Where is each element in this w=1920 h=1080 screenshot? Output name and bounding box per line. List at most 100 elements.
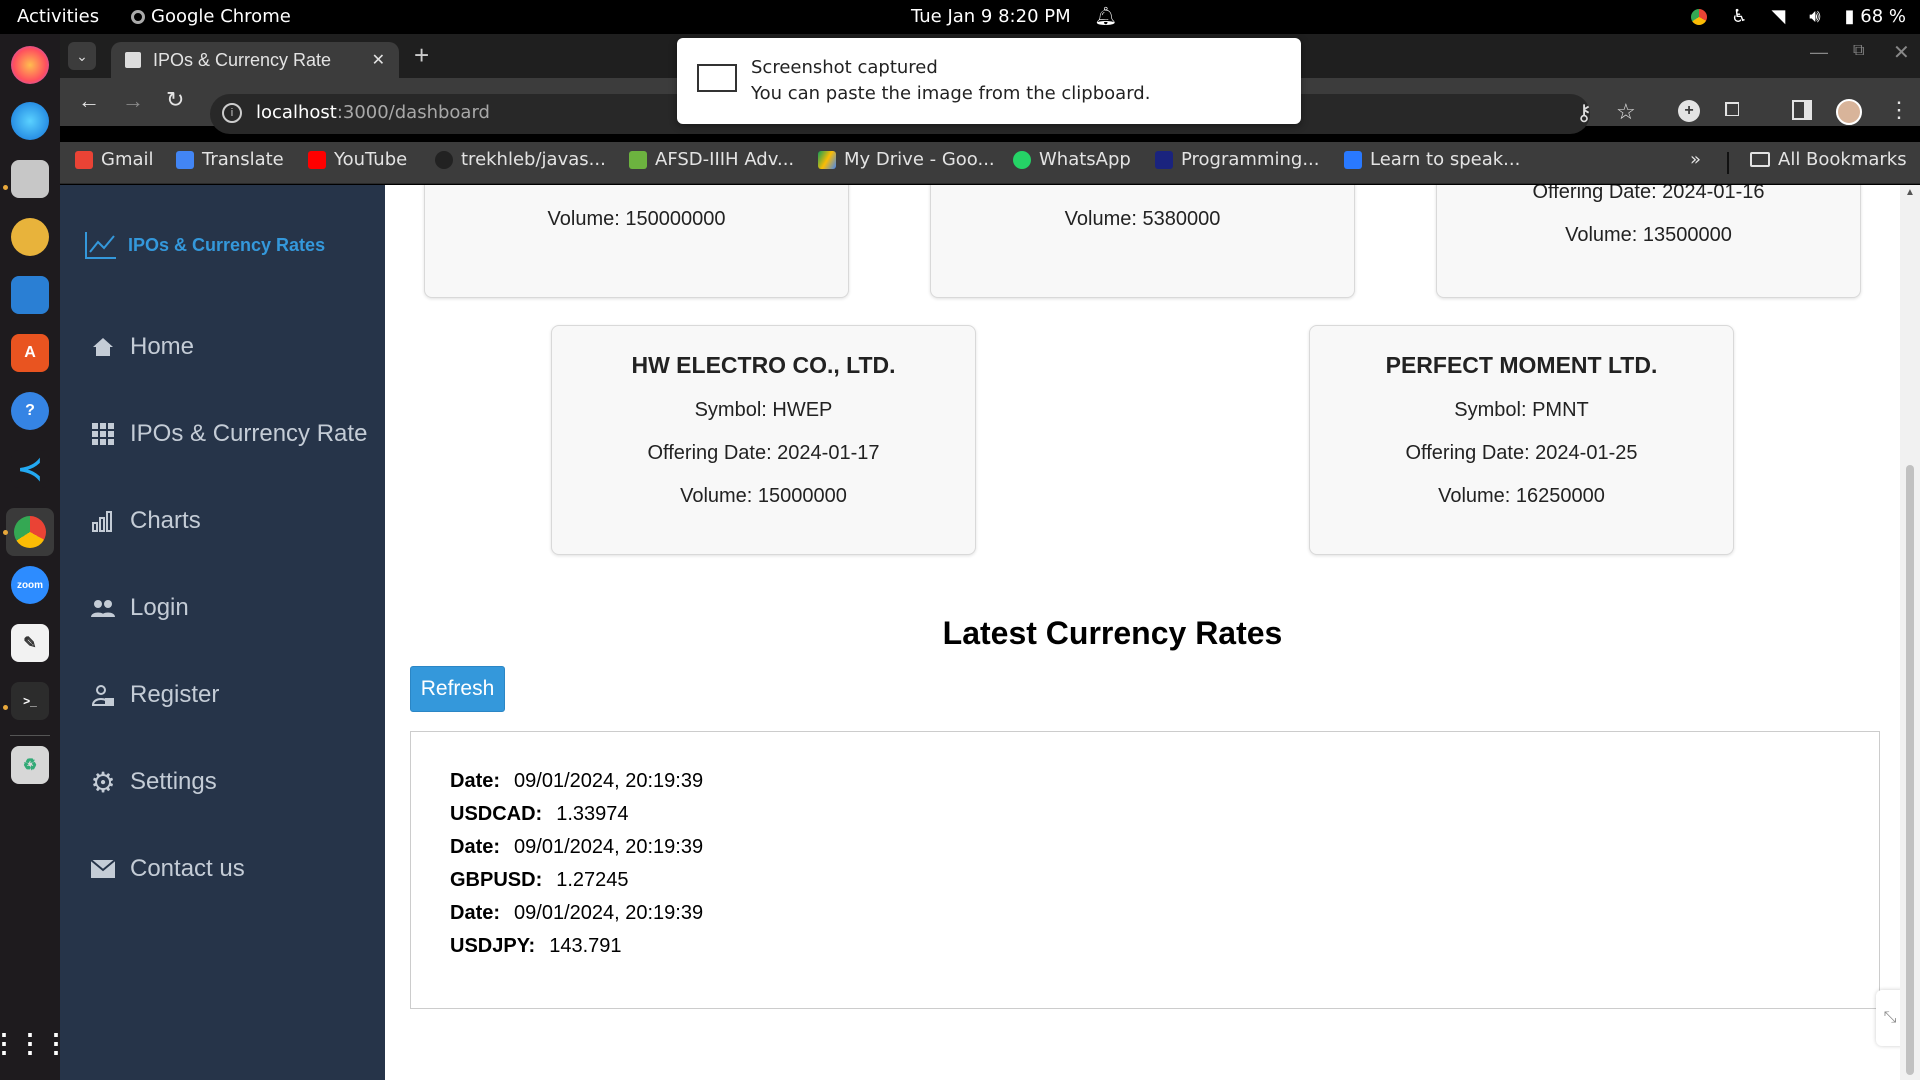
rate-row: GBPUSD: 1.27245 xyxy=(450,869,629,892)
sidebar-item-login[interactable]: Login xyxy=(90,594,189,622)
ipo-volume: Volume: 150000000 xyxy=(547,208,726,230)
forward-icon[interactable]: → xyxy=(122,88,144,114)
bookmarks-overflow-icon[interactable]: » xyxy=(1690,149,1701,170)
battery-icon: ▮ xyxy=(1844,6,1855,27)
brand-link[interactable]: IPOs & Currency Rates xyxy=(84,230,325,260)
running-indicator xyxy=(3,705,8,710)
maximize-icon[interactable]: ⧉ xyxy=(1853,42,1864,60)
vscode-icon[interactable]: ≺ xyxy=(11,450,49,488)
clock-label: Tue Jan 9 8:20 PM xyxy=(911,6,1071,27)
ipo-volume: Volume: 15000000 xyxy=(680,485,847,507)
bookmark-gmail[interactable]: Gmail xyxy=(75,149,154,170)
all-bookmarks[interactable]: All Bookmarks xyxy=(1750,149,1907,170)
text-editor-icon[interactable]: ✎ xyxy=(11,624,49,662)
bookmark-label: Learn to speak... xyxy=(1370,149,1521,170)
system-top-bar: Activities Google Chrome Tue Jan 9 8:20 … xyxy=(0,0,1920,34)
ipo-card: HW ELECTRO CO., LTD. Symbol: HWEP Offeri… xyxy=(551,325,976,555)
chrome-icon xyxy=(131,9,145,24)
sidebar-item-register[interactable]: Register xyxy=(90,681,219,709)
volume-icon: 🔊︎ xyxy=(1809,6,1821,27)
tab-active[interactable]: IPOs & Currency Rate ✕ xyxy=(111,42,399,78)
scroll-up-arrow-icon[interactable]: ▲ xyxy=(1905,187,1915,198)
zoom-icon[interactable]: zoom xyxy=(11,566,49,604)
sidebar-item-ipos[interactable]: IPOs & Currency Rate xyxy=(90,420,367,448)
back-icon[interactable]: ← xyxy=(78,88,100,114)
app-center-icon[interactable]: A xyxy=(11,334,49,372)
minimize-icon[interactable]: — xyxy=(1810,42,1828,63)
bookmark-drive[interactable]: My Drive - Goo... xyxy=(818,149,995,170)
main-content: Volume: 150000000 Volume: 5380000 Offeri… xyxy=(385,185,1920,1080)
currency-rates-title: Latest Currency Rates xyxy=(942,615,1283,651)
whatsapp-icon xyxy=(1013,150,1031,169)
ipo-volume: Volume: 16250000 xyxy=(1438,485,1605,507)
dock-separator xyxy=(10,735,50,736)
close-window-icon[interactable]: ✕ xyxy=(1893,40,1910,65)
bookmark-translate[interactable]: Translate xyxy=(176,149,284,170)
page-scrollbar[interactable]: ▲ xyxy=(1900,185,1920,1080)
files-icon[interactable] xyxy=(11,160,49,198)
firefox-icon[interactable] xyxy=(11,46,49,84)
bar-chart-icon xyxy=(90,508,116,534)
rate-value: 09/01/2024, 20:19:39 xyxy=(514,770,704,792)
rate-label: Date: xyxy=(450,836,501,858)
tab-search-button[interactable]: ⌄ xyxy=(68,42,96,70)
bookmark-github[interactable]: trekhleb/javas... xyxy=(435,149,606,170)
activities-button[interactable]: Activities xyxy=(17,6,99,27)
writer-icon[interactable] xyxy=(11,276,49,314)
password-key-icon[interactable]: ⚷ xyxy=(1576,100,1592,126)
rate-label: Date: xyxy=(450,770,501,792)
url-text[interactable]: localhost:3000/dashboard xyxy=(256,102,490,123)
url-host: localhost xyxy=(256,102,337,123)
clock[interactable]: Tue Jan 9 8:20 PM 🔔︎ xyxy=(911,6,1117,27)
ipo-offering-date: Offering Date: 2024-01-16 xyxy=(1532,185,1765,203)
bookmark-label: Translate xyxy=(202,149,284,170)
sidebar-item-home[interactable]: Home xyxy=(90,333,194,361)
app-menu[interactable]: Google Chrome xyxy=(131,6,291,27)
rate-row: Date: 09/01/2024, 20:19:39 xyxy=(450,836,703,859)
ipo-card: PERFECT MOMENT LTD. Symbol: PMNT Offerin… xyxy=(1309,325,1734,555)
close-tab-icon[interactable]: ✕ xyxy=(372,50,385,70)
dashboard-page: IPOs & Currency Rates Home IPOs & Curren… xyxy=(60,185,1920,1080)
ipo-card: Offering Date: 2024-01-16 Volume: 135000… xyxy=(1436,185,1861,298)
site-info-icon[interactable]: i xyxy=(222,103,242,123)
bookmark-label: AFSD-IIIH Adv... xyxy=(655,149,795,170)
bookmark-youtube[interactable]: YouTube xyxy=(308,149,407,170)
bookmark-learn[interactable]: Learn to speak... xyxy=(1344,149,1520,170)
ipo-company-name: PERFECT MOMENT LTD. xyxy=(1385,352,1658,378)
gear-icon: ⚙ xyxy=(90,766,116,798)
terminal-icon[interactable]: >_ xyxy=(11,682,49,720)
sidebar-item-settings[interactable]: ⚙ Settings xyxy=(90,766,216,798)
rate-row: Date: 09/01/2024, 20:19:39 xyxy=(450,770,703,793)
extension-plus-icon[interactable]: + xyxy=(1678,100,1700,122)
help-icon[interactable]: ? xyxy=(11,392,49,430)
url-path: :3000/dashboard xyxy=(336,102,490,123)
bookmark-label: YouTube xyxy=(334,149,408,170)
show-apps-icon[interactable]: ⋮⋮⋮ xyxy=(0,1024,69,1062)
bookmark-afsd[interactable]: AFSD-IIIH Adv... xyxy=(629,149,794,170)
all-bookmarks-label: All Bookmarks xyxy=(1778,149,1907,170)
chrome-tray-icon xyxy=(1691,8,1708,25)
ipo-symbol: Symbol: HWEP xyxy=(694,399,833,421)
rhythmbox-icon[interactable] xyxy=(11,218,49,256)
thunderbird-icon[interactable] xyxy=(11,102,49,140)
new-tab-button[interactable]: + xyxy=(414,40,429,71)
sidebar-item-label: IPOs & Currency Rate xyxy=(130,420,368,447)
bookmark-star-icon[interactable]: ☆ xyxy=(1616,99,1636,125)
screenshot-notification[interactable]: Screenshot captured You can paste the im… xyxy=(677,38,1301,124)
profile-avatar[interactable] xyxy=(1836,99,1862,125)
extensions-puzzle-icon[interactable]: ⧠ xyxy=(1724,99,1740,122)
chrome-dock-icon[interactable] xyxy=(6,508,54,556)
sidebar-item-contact[interactable]: Contact us xyxy=(90,855,245,883)
dock: A ? ≺ zoom ✎ >_ ♻ ⋮⋮⋮ xyxy=(0,34,69,1080)
sidebar-item-charts[interactable]: Charts xyxy=(90,507,201,535)
reload-icon[interactable]: ↻ xyxy=(166,87,184,113)
bookmark-whatsapp[interactable]: WhatsApp xyxy=(1013,149,1131,170)
refresh-button[interactable]: Refresh xyxy=(410,666,505,712)
trash-icon[interactable]: ♻ xyxy=(11,746,49,784)
programming-icon xyxy=(1155,150,1173,169)
menu-icon[interactable]: ⋮ xyxy=(1888,97,1910,123)
scrollbar-thumb[interactable] xyxy=(1906,465,1914,1075)
side-panel-icon[interactable] xyxy=(1792,100,1812,120)
bookmark-programming[interactable]: Programming... xyxy=(1155,149,1319,170)
system-tray[interactable]: ♿︎ ◥ 🔊︎ ▮ 68 % xyxy=(1691,6,1906,27)
